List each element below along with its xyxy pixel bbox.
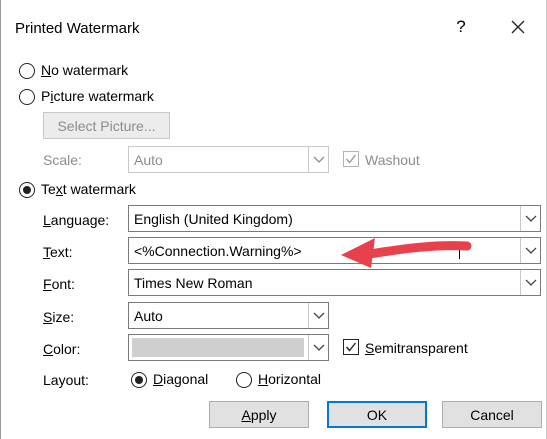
- chevron-down-icon: [525, 247, 536, 254]
- layout-label: Layout:: [43, 372, 89, 388]
- apply-label: Apply: [241, 406, 277, 423]
- font-dropdown-arrow[interactable]: [520, 270, 540, 295]
- scale-label: Scale:: [43, 152, 82, 168]
- language-dropdown[interactable]: English (United Kingdom): [128, 205, 541, 232]
- ok-label: OK: [366, 406, 388, 423]
- language-value: English (United Kingdom): [134, 211, 293, 227]
- cancel-button[interactable]: Cancel: [442, 401, 542, 428]
- semitransparent-label[interactable]: Semitransparent: [365, 340, 468, 356]
- chevron-down-icon: [313, 156, 324, 163]
- text-watermark-label[interactable]: Text watermark: [41, 181, 136, 197]
- help-button[interactable]: ?: [451, 17, 471, 39]
- color-dropdown-arrow[interactable]: [308, 335, 328, 360]
- text-label: Text:: [43, 244, 73, 260]
- language-label: Language:: [43, 212, 110, 228]
- picture-watermark-radio[interactable]: [19, 89, 35, 105]
- no-watermark-radio[interactable]: [19, 63, 35, 79]
- layout-horizontal-label[interactable]: Horizontal: [258, 371, 321, 387]
- size-dropdown-arrow[interactable]: [308, 303, 328, 328]
- apply-button[interactable]: Apply: [209, 401, 309, 428]
- select-picture-button[interactable]: Select Picture...: [43, 112, 170, 139]
- font-value: Times New Roman: [134, 275, 253, 291]
- printed-watermark-dialog: Printed Watermark ? No watermark Picture…: [0, 0, 547, 439]
- cancel-label: Cancel: [470, 406, 514, 423]
- no-watermark-label[interactable]: No watermark: [41, 62, 128, 78]
- title-bar: Printed Watermark ?: [1, 0, 546, 46]
- dialog-title: Printed Watermark: [15, 20, 140, 37]
- color-label: Color:: [43, 341, 81, 357]
- picture-watermark-label[interactable]: Picture watermark: [41, 88, 154, 104]
- select-picture-label: Select Picture...: [57, 117, 156, 134]
- layout-horizontal-radio[interactable]: [236, 372, 252, 388]
- close-button[interactable]: [506, 15, 530, 39]
- layout-diagonal-label[interactable]: Diagonal: [153, 371, 208, 387]
- color-swatch: [132, 338, 304, 357]
- semitransparent-checkbox[interactable]: [343, 339, 359, 355]
- text-cursor: [459, 242, 460, 259]
- ok-button[interactable]: OK: [327, 401, 427, 428]
- scale-dropdown[interactable]: Auto: [128, 146, 329, 173]
- size-dropdown[interactable]: Auto: [128, 302, 329, 329]
- text-dropdown-arrow[interactable]: [520, 238, 540, 263]
- check-icon: [345, 154, 357, 164]
- check-icon: [345, 342, 357, 352]
- chevron-down-icon: [313, 344, 324, 351]
- text-watermark-radio[interactable]: [19, 182, 35, 198]
- chevron-down-icon: [313, 312, 324, 319]
- size-value: Auto: [134, 308, 163, 324]
- scale-dropdown-arrow[interactable]: [308, 147, 328, 172]
- layout-diagonal-radio[interactable]: [131, 372, 147, 388]
- size-label: Size:: [43, 309, 75, 325]
- color-dropdown[interactable]: [128, 334, 329, 361]
- language-dropdown-arrow[interactable]: [520, 206, 540, 231]
- chevron-down-icon: [525, 279, 536, 286]
- text-value[interactable]: <%Connection.Warning%>: [134, 243, 302, 259]
- scale-value: Auto: [134, 152, 163, 168]
- washout-label: Washout: [365, 152, 420, 168]
- close-icon: [511, 20, 525, 34]
- chevron-down-icon: [525, 215, 536, 222]
- washout-checkbox[interactable]: [343, 151, 359, 167]
- font-label: Font:: [43, 276, 75, 292]
- text-combobox[interactable]: <%Connection.Warning%>: [128, 237, 541, 264]
- font-dropdown[interactable]: Times New Roman: [128, 269, 541, 296]
